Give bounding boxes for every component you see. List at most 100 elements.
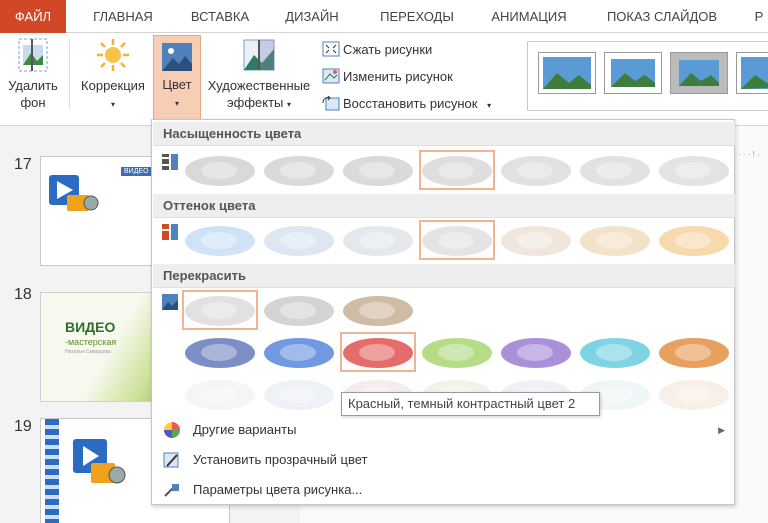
color-swatch[interactable] <box>340 220 416 260</box>
tone-header: Оттенок цвета <box>153 194 735 218</box>
color-swatch[interactable] <box>340 290 416 330</box>
plate-preview <box>659 226 729 256</box>
tab-review[interactable]: Р <box>744 0 768 33</box>
color-dropdown: Насыщенность цвета Оттенок цвета Перекра… <box>151 119 735 505</box>
more-variants-item[interactable]: Другие варианты ▶ <box>153 416 735 444</box>
plate-preview <box>422 338 492 368</box>
color-swatch[interactable] <box>182 332 258 372</box>
plate-preview <box>580 226 650 256</box>
picture-style-thumbnail[interactable] <box>736 52 768 94</box>
color-swatch[interactable] <box>419 150 495 190</box>
recolor-icon <box>162 294 178 310</box>
reset-picture-label: Восстановить рисунок <box>343 96 478 111</box>
slide-badge: ВИДЕО <box>121 167 152 176</box>
palette-icon <box>164 422 180 438</box>
color-swatch[interactable] <box>340 150 416 190</box>
color-swatch[interactable] <box>261 332 337 372</box>
color-swatch[interactable] <box>182 150 258 190</box>
compress-pictures-button[interactable]: Сжать рисунки <box>322 39 432 61</box>
chevron-right-icon: ▶ <box>718 425 725 435</box>
plate-preview <box>659 156 729 186</box>
color-label: Цвет <box>162 77 192 92</box>
tab-home[interactable]: ГЛАВНАЯ <box>78 0 168 33</box>
picture-style-thumbnail[interactable] <box>604 52 662 94</box>
ribbon-tabs: ФАЙЛ ГЛАВНАЯ ВСТАВКА ДИЗАЙН ПЕРЕХОДЫ АНИ… <box>0 0 768 33</box>
slide-number: 18 <box>14 286 32 303</box>
color-swatch[interactable] <box>498 150 574 190</box>
swatch-tooltip: Красный, темный контрастный цвет 2 <box>341 392 600 416</box>
ribbon-separator <box>69 39 70 109</box>
landscape-icon <box>543 57 591 89</box>
plate-preview <box>659 338 729 368</box>
picture-style-thumbnail[interactable] <box>670 52 728 94</box>
color-swatch[interactable] <box>182 220 258 260</box>
saturation-header: Насыщенность цвета <box>153 122 735 146</box>
chevron-down-icon: ▾ <box>110 100 115 109</box>
compress-pictures-label: Сжать рисунки <box>343 42 433 57</box>
color-swatch[interactable] <box>577 332 653 372</box>
plate-preview <box>185 156 255 186</box>
saturation-icon <box>162 154 178 170</box>
slide-number: 17 <box>14 156 32 173</box>
remove-background-label-1: Удалить <box>8 78 58 93</box>
artistic-effects-icon <box>243 39 275 71</box>
plate-preview <box>343 296 413 326</box>
change-picture-label: Изменить рисунок <box>343 69 453 84</box>
tone-icon <box>162 224 178 240</box>
picture-color-options-icon <box>164 484 179 497</box>
picture-color-options-item[interactable]: Параметры цвета рисунка... <box>153 476 735 504</box>
artistic-effects-button[interactable]: Художественные эффекты ▾ <box>203 37 315 113</box>
set-transparent-color-label: Установить прозрачный цвет <box>193 452 368 467</box>
more-variants-label: Другие варианты <box>193 422 297 437</box>
plate-preview <box>185 338 255 368</box>
tab-design[interactable]: ДИЗАЙН <box>272 0 352 33</box>
remove-background-label-2: фон <box>20 95 46 110</box>
color-button[interactable]: Цвет ▾ <box>153 35 201 121</box>
color-swatch[interactable] <box>261 290 337 330</box>
tab-transitions[interactable]: ПЕРЕХОДЫ <box>364 0 470 33</box>
tab-file[interactable]: ФАЙЛ <box>0 0 66 33</box>
compress-icon <box>322 41 340 57</box>
picture-style-thumbnail[interactable] <box>538 52 596 94</box>
color-swatch[interactable] <box>261 374 337 414</box>
remove-background-button[interactable]: Удалить фон <box>2 37 64 111</box>
plate-preview <box>264 380 334 410</box>
color-swatch[interactable] <box>656 150 732 190</box>
tab-slideshow[interactable]: ПОКАЗ СЛАЙДОВ <box>592 0 732 33</box>
plate-preview <box>343 338 413 368</box>
landscape-icon <box>679 60 719 86</box>
plate-preview <box>659 380 729 410</box>
tab-animation[interactable]: АНИМАЦИЯ <box>478 0 580 33</box>
change-picture-button[interactable]: Изменить рисунок <box>322 66 453 88</box>
color-swatch[interactable] <box>498 332 574 372</box>
color-swatch[interactable] <box>419 332 495 372</box>
color-swatch[interactable] <box>577 150 653 190</box>
color-swatch[interactable] <box>340 332 416 372</box>
recolor-header: Перекрасить <box>153 264 735 288</box>
correction-button[interactable]: Коррекция ▾ <box>75 37 151 113</box>
color-swatch[interactable] <box>261 220 337 260</box>
plate-preview <box>185 296 255 326</box>
tab-insert[interactable]: ВСТАВКА <box>178 0 262 33</box>
slide-subtitle: -мастерская <box>65 337 117 347</box>
slide-author: Наталья Скворцова <box>65 349 111 355</box>
landscape-icon <box>611 59 655 87</box>
slide-title: ВИДЕО <box>65 319 116 335</box>
color-swatch[interactable] <box>577 220 653 260</box>
color-swatch[interactable] <box>182 374 258 414</box>
plate-preview <box>185 380 255 410</box>
color-swatch[interactable] <box>419 220 495 260</box>
color-swatch[interactable] <box>656 374 732 414</box>
video-icon <box>73 439 126 484</box>
set-transparent-color-item[interactable]: Установить прозрачный цвет <box>153 446 735 474</box>
sun-icon <box>97 39 129 71</box>
correction-label: Коррекция <box>81 78 145 93</box>
reset-picture-button[interactable]: Восстановить рисунок ▾ <box>322 93 491 115</box>
color-swatch[interactable] <box>656 220 732 260</box>
color-swatch[interactable] <box>182 290 258 330</box>
ribbon: Удалить фон Коррекция ▾ Цвет ▾ Художеств… <box>0 33 768 126</box>
color-swatch[interactable] <box>261 150 337 190</box>
picture-color-options-label: Параметры цвета рисунка... <box>193 482 363 497</box>
color-swatch[interactable] <box>656 332 732 372</box>
color-swatch[interactable] <box>498 220 574 260</box>
